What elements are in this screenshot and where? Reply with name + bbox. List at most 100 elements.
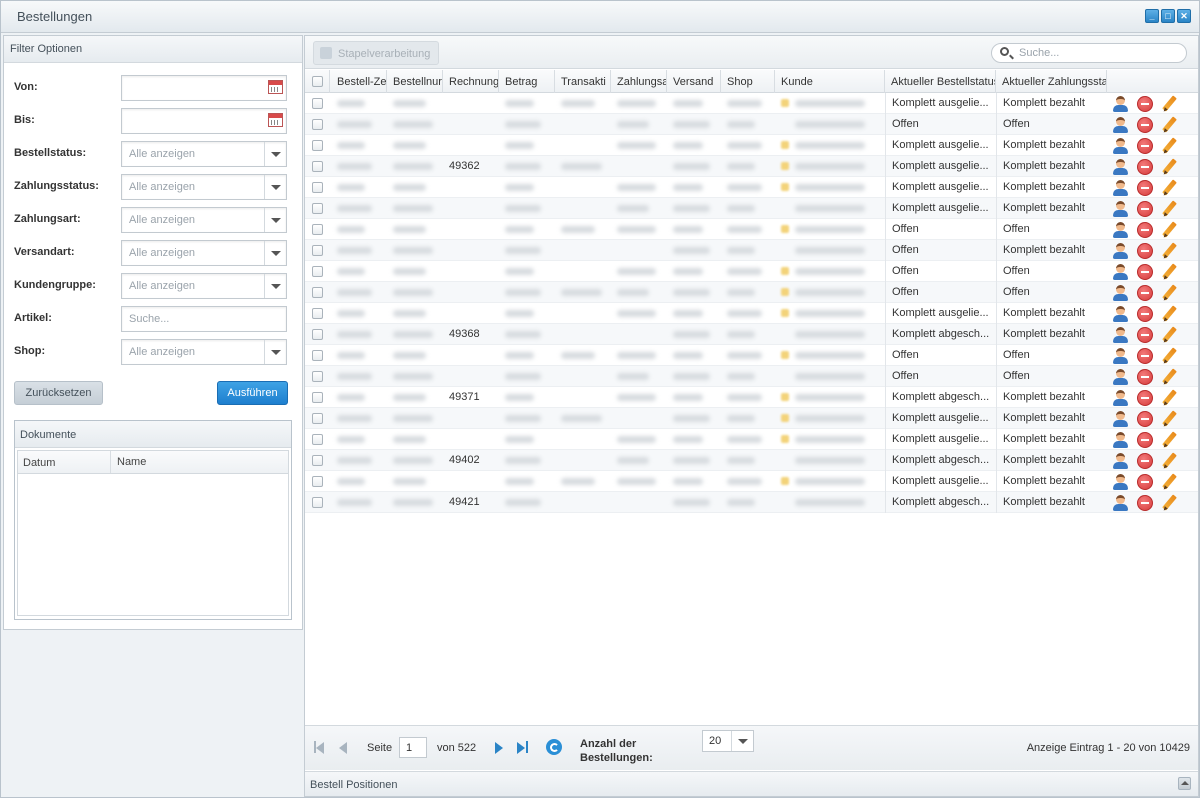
batch-processing-button[interactable]: Stapelverarbeitung bbox=[313, 41, 439, 65]
delete-icon[interactable] bbox=[1137, 180, 1153, 196]
per-page-select[interactable]: 20 bbox=[702, 730, 754, 752]
reset-button[interactable]: Zurücksetzen bbox=[14, 381, 103, 405]
row-checkbox[interactable] bbox=[312, 455, 323, 466]
edit-icon[interactable] bbox=[1160, 494, 1178, 512]
edit-icon[interactable] bbox=[1160, 305, 1178, 323]
customer-icon[interactable] bbox=[1111, 389, 1129, 407]
page-input[interactable]: 1 bbox=[399, 737, 427, 758]
edit-icon[interactable] bbox=[1160, 368, 1178, 386]
column-header[interactable]: Versand bbox=[667, 70, 721, 93]
expand-icon[interactable] bbox=[1178, 777, 1191, 790]
customer-icon[interactable] bbox=[1111, 137, 1129, 155]
chevron-down-icon[interactable] bbox=[264, 142, 286, 166]
edit-icon[interactable] bbox=[1160, 221, 1178, 239]
delete-icon[interactable] bbox=[1137, 495, 1153, 511]
run-button[interactable]: Ausführen bbox=[217, 381, 288, 405]
table-row[interactable]: Offen Offen bbox=[305, 261, 1198, 282]
column-header[interactable]: Bestell-Ze bbox=[331, 70, 387, 93]
column-header[interactable]: Bestellnur bbox=[387, 70, 443, 93]
documents-col-name[interactable]: Name bbox=[110, 451, 146, 473]
customer-icon[interactable] bbox=[1111, 95, 1129, 113]
date-field[interactable] bbox=[121, 75, 287, 101]
edit-icon[interactable] bbox=[1160, 95, 1178, 113]
table-row[interactable]: Komplett ausgelie... Komplett bezahlt bbox=[305, 429, 1198, 450]
delete-icon[interactable] bbox=[1137, 453, 1153, 469]
table-row[interactable]: 49362 Komplett ausgelie... Komplett bezahl… bbox=[305, 156, 1198, 177]
column-header[interactable]: Rechnung bbox=[443, 70, 499, 93]
row-checkbox[interactable] bbox=[312, 182, 323, 193]
customer-icon[interactable] bbox=[1111, 494, 1129, 512]
customer-icon[interactable] bbox=[1111, 326, 1129, 344]
filter-select[interactable]: Alle anzeigen bbox=[121, 273, 287, 299]
calendar-icon[interactable] bbox=[268, 113, 283, 127]
table-row[interactable]: 49368 Komplett abgesch... Komplett bezahlt bbox=[305, 324, 1198, 345]
row-checkbox[interactable] bbox=[312, 245, 323, 256]
date-field[interactable] bbox=[121, 108, 287, 134]
filter-select[interactable]: Alle anzeigen bbox=[121, 240, 287, 266]
edit-icon[interactable] bbox=[1160, 137, 1178, 155]
edit-icon[interactable] bbox=[1160, 116, 1178, 134]
chevron-down-icon[interactable] bbox=[731, 731, 753, 751]
delete-icon[interactable] bbox=[1137, 327, 1153, 343]
grid-search-input[interactable]: Suche... bbox=[991, 43, 1187, 63]
edit-icon[interactable] bbox=[1160, 179, 1178, 197]
customer-icon[interactable] bbox=[1111, 263, 1129, 281]
chevron-down-icon[interactable] bbox=[264, 274, 286, 298]
table-row[interactable]: Komplett ausgelie... Komplett bezahlt bbox=[305, 177, 1198, 198]
table-row[interactable]: Offen Komplett bezahlt bbox=[305, 240, 1198, 261]
last-page-button[interactable] bbox=[517, 741, 531, 755]
edit-icon[interactable] bbox=[1160, 326, 1178, 344]
maximize-button[interactable]: □ bbox=[1161, 9, 1175, 23]
column-header[interactable]: Aktueller Bestellstatus bbox=[885, 70, 996, 93]
row-checkbox[interactable] bbox=[312, 119, 323, 130]
delete-icon[interactable] bbox=[1137, 96, 1153, 112]
delete-icon[interactable] bbox=[1137, 411, 1153, 427]
column-header[interactable]: Shop bbox=[721, 70, 775, 93]
row-checkbox[interactable] bbox=[312, 476, 323, 487]
edit-icon[interactable] bbox=[1160, 284, 1178, 302]
edit-icon[interactable] bbox=[1160, 158, 1178, 176]
close-button[interactable]: ✕ bbox=[1177, 9, 1191, 23]
first-page-button[interactable] bbox=[316, 741, 330, 755]
row-checkbox[interactable] bbox=[312, 161, 323, 172]
table-row[interactable]: Offen Offen bbox=[305, 366, 1198, 387]
table-row[interactable]: Komplett ausgelie... Komplett bezahlt bbox=[305, 408, 1198, 429]
customer-icon[interactable] bbox=[1111, 410, 1129, 428]
delete-icon[interactable] bbox=[1137, 306, 1153, 322]
edit-icon[interactable] bbox=[1160, 452, 1178, 470]
delete-icon[interactable] bbox=[1137, 474, 1153, 490]
customer-icon[interactable] bbox=[1111, 221, 1129, 239]
filter-text-input[interactable]: Suche... bbox=[121, 306, 287, 332]
delete-icon[interactable] bbox=[1137, 201, 1153, 217]
customer-icon[interactable] bbox=[1111, 431, 1129, 449]
customer-icon[interactable] bbox=[1111, 473, 1129, 491]
column-header[interactable]: Betrag bbox=[499, 70, 555, 93]
column-header[interactable]: Transakti bbox=[555, 70, 611, 93]
documents-col-date[interactable]: Datum bbox=[23, 457, 55, 469]
delete-icon[interactable] bbox=[1137, 159, 1153, 175]
refresh-icon[interactable] bbox=[546, 739, 562, 755]
customer-icon[interactable] bbox=[1111, 242, 1129, 260]
customer-icon[interactable] bbox=[1111, 347, 1129, 365]
table-row[interactable]: Offen Offen bbox=[305, 282, 1198, 303]
row-checkbox[interactable] bbox=[312, 203, 323, 214]
customer-icon[interactable] bbox=[1111, 116, 1129, 134]
edit-icon[interactable] bbox=[1160, 431, 1178, 449]
table-row[interactable]: Offen Offen bbox=[305, 114, 1198, 135]
chevron-down-icon[interactable] bbox=[264, 208, 286, 232]
filter-select[interactable]: Alle anzeigen bbox=[121, 174, 287, 200]
table-row[interactable]: Komplett ausgelie... Komplett bezahlt bbox=[305, 135, 1198, 156]
column-header[interactable]: Zahlungsa bbox=[611, 70, 667, 93]
row-checkbox[interactable] bbox=[312, 308, 323, 319]
delete-icon[interactable] bbox=[1137, 348, 1153, 364]
delete-icon[interactable] bbox=[1137, 369, 1153, 385]
column-header[interactable]: Aktueller Zahlungssta bbox=[996, 70, 1107, 93]
delete-icon[interactable] bbox=[1137, 264, 1153, 280]
delete-icon[interactable] bbox=[1137, 390, 1153, 406]
filter-select[interactable]: Alle anzeigen bbox=[121, 339, 287, 365]
edit-icon[interactable] bbox=[1160, 242, 1178, 260]
chevron-down-icon[interactable] bbox=[264, 340, 286, 364]
edit-icon[interactable] bbox=[1160, 473, 1178, 491]
table-row[interactable]: 49421 Komplett abgesch... Komplett bezahlt bbox=[305, 492, 1198, 513]
minimize-button[interactable]: _ bbox=[1145, 9, 1159, 23]
